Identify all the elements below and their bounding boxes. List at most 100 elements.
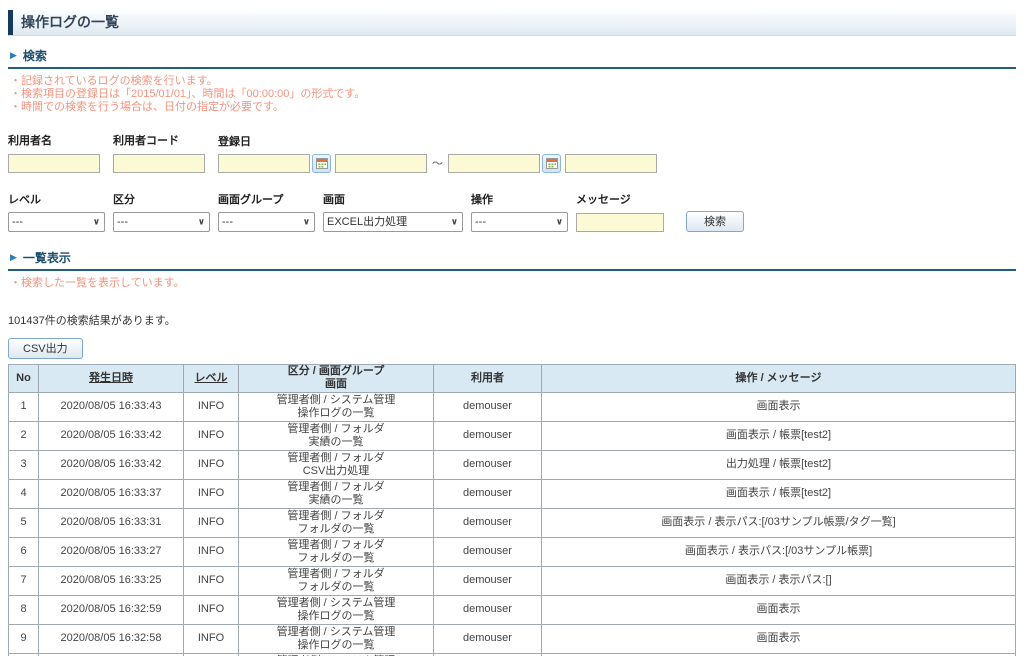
message-field: メッセージ — [576, 191, 664, 232]
date-range-separator: ～ — [432, 155, 443, 171]
search-button[interactable]: 検索 — [686, 211, 744, 232]
search-notes: ・記録されているログの検索を行います。 ・検索項目の登録日は「2015/01/0… — [10, 75, 1016, 114]
screen-label: 画面 — [323, 191, 463, 207]
user-code-field: 利用者コード — [113, 132, 205, 173]
cell-no: 3 — [9, 450, 39, 479]
section-arrow-icon: ▶ — [10, 253, 17, 262]
user-name-input[interactable] — [8, 154, 100, 173]
cell-user: demouser — [434, 392, 542, 421]
sort-datetime-link[interactable]: 発生日時 — [89, 372, 133, 384]
level-select-wrap: --- — [8, 212, 105, 232]
cell-user: demouser — [434, 624, 542, 653]
log-table-header: No 発生日時 レベル 区分 / 画面グループ 画面 利用者 操作 / メッセー… — [9, 364, 1016, 392]
table-row: 5 2020/08/05 16:33:31 INFO 管理者側 / フォルダ フ… — [9, 508, 1016, 537]
cell-message: 画面表示 — [542, 595, 1016, 624]
column-header-user: 利用者 — [434, 364, 542, 392]
category-select[interactable]: --- — [113, 212, 210, 232]
cell-category: 管理者側 / システム管理 操作ログの一覧 — [239, 624, 434, 653]
cell-message: 画面表示 / 帳票[test2] — [542, 421, 1016, 450]
cell-message: 画面表示 / 表示パス:[/03サンプル帳票] — [542, 537, 1016, 566]
cell-datetime: 2020/08/05 16:33:27 — [39, 537, 184, 566]
cell-category: 管理者側 / フォルダ フォルダの一覧 — [239, 566, 434, 595]
result-count: 101437件の検索結果があります。 — [8, 312, 1016, 328]
reg-date-label: 登録日 — [218, 133, 657, 149]
log-table: No 発生日時 レベル 区分 / 画面グループ 画面 利用者 操作 / メッセー… — [8, 364, 1016, 656]
cell-message: 画面表示 / 表示パス:[] — [542, 566, 1016, 595]
note-line: ・検索項目の登録日は「2015/01/01」、時間は「00:00:00」の形式で… — [10, 88, 1016, 101]
operation-select[interactable]: --- — [471, 212, 568, 232]
table-row: 9 2020/08/05 16:32:58 INFO 管理者側 / システム管理… — [9, 624, 1016, 653]
column-header-level: レベル — [184, 364, 239, 392]
calendar-from-button[interactable] — [312, 154, 331, 173]
cell-no: 9 — [9, 624, 39, 653]
sort-level-link[interactable]: レベル — [195, 372, 228, 384]
cell-category: 管理者側 / システム管理 操作ログの一覧 — [239, 392, 434, 421]
user-code-input[interactable] — [113, 154, 205, 173]
search-section-header: ▶ 検索 — [8, 44, 1016, 69]
note-line: ・時間での検索を行う場合は、日付の指定が必要です。 — [10, 101, 1016, 114]
level-label: レベル — [8, 191, 105, 207]
screen-field: 画面 EXCEL出力処理 — [323, 191, 463, 232]
date-to-input[interactable] — [448, 154, 540, 173]
csv-export-button[interactable]: CSV出力 — [8, 338, 83, 359]
note-line: ・記録されているログの検索を行います。 — [10, 75, 1016, 88]
calendar-icon — [546, 158, 558, 169]
cell-datetime: 2020/08/05 16:32:59 — [39, 595, 184, 624]
cell-user: demouser — [434, 479, 542, 508]
cell-datetime: 2020/08/05 16:32:58 — [39, 624, 184, 653]
cell-datetime: 2020/08/05 16:33:42 — [39, 450, 184, 479]
cell-datetime: 2020/08/05 16:33:31 — [39, 508, 184, 537]
date-from-input[interactable] — [218, 154, 310, 173]
column-header-datetime: 発生日時 — [39, 364, 184, 392]
page-title-text: 操作ログの一覧 — [21, 10, 119, 35]
cell-user: demouser — [434, 566, 542, 595]
cell-no: 4 — [9, 479, 39, 508]
cell-user: demouser — [434, 450, 542, 479]
table-row: 2 2020/08/05 16:33:42 INFO 管理者側 / フォルダ 実… — [9, 421, 1016, 450]
user-name-field: 利用者名 — [8, 132, 100, 173]
search-form-row-2: レベル --- 区分 --- 画面グループ --- 画面 EXCEL出力処理 操… — [8, 191, 1016, 232]
list-notes: ・検索した一覧を表示しています。 — [10, 277, 1016, 290]
cell-level: INFO — [184, 508, 239, 537]
reg-date-field: 登録日 ～ — [218, 133, 657, 173]
cell-user: demouser — [434, 508, 542, 537]
cell-datetime: 2020/08/05 16:33:25 — [39, 566, 184, 595]
table-row: 8 2020/08/05 16:32:59 INFO 管理者側 / システム管理… — [9, 595, 1016, 624]
operation-select-wrap: --- — [471, 212, 568, 232]
level-select[interactable]: --- — [8, 212, 105, 232]
cell-message: 画面表示 / 帳票[test2] — [542, 479, 1016, 508]
time-from-input[interactable] — [335, 154, 427, 173]
user-name-label: 利用者名 — [8, 132, 100, 148]
table-row: 4 2020/08/05 16:33:37 INFO 管理者側 / フォルダ 実… — [9, 479, 1016, 508]
category-label: 区分 — [113, 191, 210, 207]
cell-no: 7 — [9, 566, 39, 595]
screen-select[interactable]: EXCEL出力処理 — [323, 212, 463, 232]
time-to-input[interactable] — [565, 154, 657, 173]
list-section-title: 一覧表示 — [23, 249, 71, 266]
column-header-no: No — [9, 364, 39, 392]
cell-level: INFO — [184, 566, 239, 595]
column-header-category: 区分 / 画面グループ 画面 — [239, 364, 434, 392]
search-section-title: 検索 — [23, 47, 47, 64]
cell-no: 5 — [9, 508, 39, 537]
cell-level: INFO — [184, 624, 239, 653]
cell-user: demouser — [434, 595, 542, 624]
message-input[interactable] — [576, 213, 664, 232]
date-range-controls: ～ — [218, 154, 657, 173]
category-field: 区分 --- — [113, 191, 210, 232]
section-arrow-icon: ▶ — [10, 51, 17, 60]
cell-level: INFO — [184, 450, 239, 479]
table-row: 6 2020/08/05 16:33:27 INFO 管理者側 / フォルダ フ… — [9, 537, 1016, 566]
message-label: メッセージ — [576, 191, 664, 207]
cell-no: 8 — [9, 595, 39, 624]
cell-message: 画面表示 — [542, 392, 1016, 421]
screen-group-field: 画面グループ --- — [218, 191, 315, 232]
cell-no: 2 — [9, 421, 39, 450]
user-code-label: 利用者コード — [113, 132, 205, 148]
cell-no: 6 — [9, 537, 39, 566]
screen-group-select[interactable]: --- — [218, 212, 315, 232]
cell-level: INFO — [184, 537, 239, 566]
cell-datetime: 2020/08/05 16:33:42 — [39, 421, 184, 450]
calendar-to-button[interactable] — [542, 154, 561, 173]
cell-level: INFO — [184, 595, 239, 624]
